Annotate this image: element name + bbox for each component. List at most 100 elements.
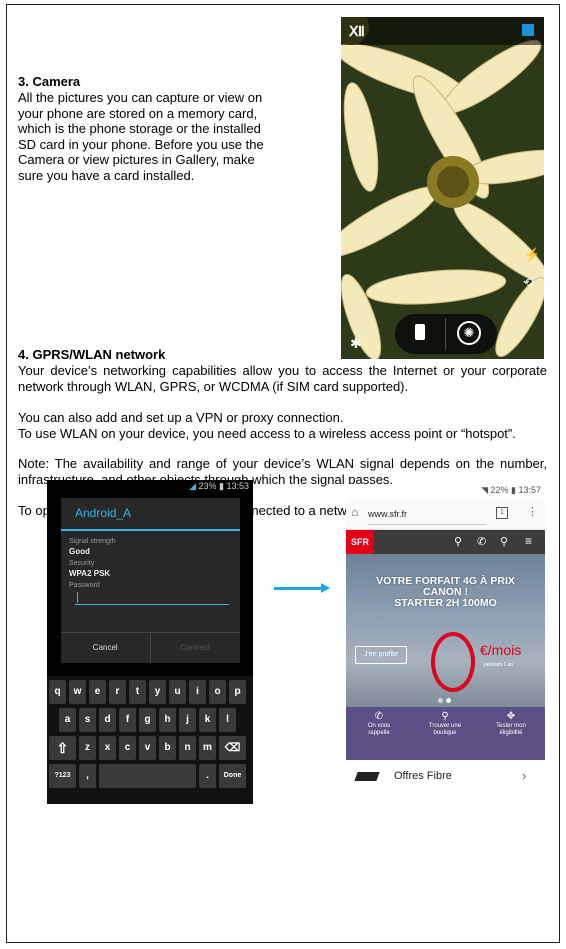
- section-heading-camera: 3. Camera: [18, 74, 81, 89]
- key-q[interactable]: q: [49, 680, 66, 704]
- hamburger-menu-icon[interactable]: ≡: [525, 534, 532, 548]
- video-mode-icon[interactable]: [415, 324, 425, 340]
- tile-label: éligibilité: [499, 730, 523, 736]
- key-e[interactable]: e: [89, 680, 106, 704]
- carousel-dot[interactable]: [438, 698, 443, 703]
- browser-toolbar: ⌂ www.sfr.fr 1 ⋮: [346, 499, 545, 530]
- key-b[interactable]: b: [159, 736, 176, 760]
- network-paragraph-3: To use WLAN on your device, you need acc…: [18, 426, 516, 441]
- gallery-thumbnail-icon[interactable]: [522, 24, 534, 36]
- callback-tile[interactable]: ✆ On vous rappelle: [346, 707, 412, 760]
- offer-label: Offres Fibre: [394, 770, 452, 782]
- zero-price-graphic: [431, 632, 475, 692]
- key-t[interactable]: t: [129, 680, 146, 704]
- wifi-dialog-screenshot: ◢ 23% ▮ 13:53 Android_A Signal strength …: [47, 480, 253, 804]
- location-pin-icon[interactable]: ⚲: [454, 535, 462, 548]
- connect-button[interactable]: Connect: [151, 633, 241, 663]
- key-o[interactable]: o: [209, 680, 226, 704]
- key-y[interactable]: y: [149, 680, 166, 704]
- browser-screenshot: ◥ 22% ▮ 13:57 ⌂ www.sfr.fr 1 ⋮ SFR ⚲ ✆ ⚲…: [346, 484, 545, 818]
- signal-icon: ◢: [189, 481, 199, 491]
- sunflower-photo: [341, 17, 544, 359]
- price-unit: €/mois: [480, 642, 522, 658]
- comma-key[interactable]: ,: [79, 764, 96, 788]
- status-bar: ◢ 23% ▮ 13:53: [47, 480, 253, 493]
- switch-camera-icon[interactable]: ⟲: [523, 275, 534, 291]
- tile-label: Trouver une: [428, 723, 462, 729]
- period-key[interactable]: .: [199, 764, 216, 788]
- status-bar: ◥ 22% ▮ 13:57: [346, 484, 545, 497]
- key-l[interactable]: l: [219, 708, 236, 732]
- tabs-icon[interactable]: 1: [496, 507, 508, 519]
- chevron-right-icon[interactable]: ›: [522, 768, 526, 783]
- key-a[interactable]: a: [59, 708, 76, 732]
- price-note: pendant 1 an: [484, 662, 514, 668]
- shift-key-icon[interactable]: ⇧: [49, 736, 76, 760]
- wifi-signal-icon: ◥: [481, 485, 491, 495]
- dialog-title: Android_A: [75, 506, 132, 520]
- tile-label: Tester mon: [496, 723, 526, 729]
- status-text: 23% ▮ 13:53: [198, 481, 250, 491]
- key-h[interactable]: h: [159, 708, 176, 732]
- symbols-key[interactable]: ?123: [49, 764, 76, 788]
- home-icon[interactable]: ⌂: [351, 505, 358, 519]
- key-p[interactable]: p: [229, 680, 246, 704]
- text-line: which is the phone storage or the instal…: [18, 121, 261, 136]
- target-icon: ✥: [506, 711, 516, 722]
- keyboard: q w e r t y u i o p a s d f g h j k l ⇧ …: [47, 676, 253, 804]
- settings-gear-icon[interactable]: ✱: [350, 335, 362, 352]
- key-g[interactable]: g: [139, 708, 156, 732]
- key-w[interactable]: w: [69, 680, 86, 704]
- space-key[interactable]: [99, 764, 196, 788]
- key-i[interactable]: i: [189, 680, 206, 704]
- flash-icon[interactable]: ⚡: [524, 247, 540, 263]
- shutter-icon[interactable]: ✺: [457, 321, 481, 345]
- key-x[interactable]: x: [99, 736, 116, 760]
- key-z[interactable]: z: [79, 736, 96, 760]
- menu-overflow-icon[interactable]: ⋮: [527, 505, 538, 518]
- url-field[interactable]: www.sfr.fr: [368, 504, 486, 525]
- carousel-dot-active[interactable]: [446, 698, 451, 703]
- camera-top-bar: [341, 17, 544, 45]
- key-m[interactable]: m: [199, 736, 216, 760]
- hourglass-icon[interactable]: Ⅻ: [349, 23, 365, 40]
- search-icon[interactable]: ⚲: [500, 535, 508, 548]
- sfr-logo[interactable]: SFR: [346, 530, 374, 554]
- phone-icon[interactable]: ✆: [477, 535, 486, 548]
- signal-value: Good: [69, 547, 90, 556]
- status-text: 22% ▮ 13:57: [490, 485, 542, 495]
- cancel-button[interactable]: Cancel: [61, 633, 151, 663]
- store-locator-tile[interactable]: ⚲ Trouver une boutique: [412, 707, 478, 760]
- key-v[interactable]: v: [139, 736, 156, 760]
- key-c[interactable]: c: [119, 736, 136, 760]
- text-line: SD card in your phone. Before you use th…: [18, 136, 264, 152]
- key-d[interactable]: d: [99, 708, 116, 732]
- cta-button[interactable]: J'en profite: [355, 646, 407, 664]
- camera-screenshot: Ⅻ ⚡ ⟲ ✱ ✺: [341, 17, 544, 359]
- backspace-key-icon[interactable]: ⌫: [219, 736, 246, 760]
- done-key[interactable]: Done: [219, 764, 246, 788]
- wifi-connect-dialog: Android_A Signal strength Good Security …: [61, 498, 240, 663]
- key-s[interactable]: s: [79, 708, 96, 732]
- key-u[interactable]: u: [169, 680, 186, 704]
- text-line: sure you have a card installed.: [18, 167, 195, 183]
- network-paragraph-1: Your device’s networking capabilities al…: [18, 363, 547, 394]
- router-icon: [354, 772, 380, 781]
- network-paragraph-2: You can also add and set up a VPN or pro…: [18, 410, 344, 425]
- key-n[interactable]: n: [179, 736, 196, 760]
- key-j[interactable]: j: [179, 708, 196, 732]
- password-field[interactable]: [75, 590, 229, 605]
- text-cursor: [77, 592, 78, 603]
- key-k[interactable]: k: [199, 708, 216, 732]
- fibre-offer-row[interactable]: Offres Fibre ›: [346, 760, 545, 796]
- divider: [445, 318, 446, 350]
- promo-line-3: STARTER 2H 100MO: [394, 597, 497, 609]
- key-f[interactable]: f: [119, 708, 136, 732]
- promo-banner[interactable]: VOTRE FORFAIT 4G À PRIX CANON ! STARTER …: [346, 554, 545, 707]
- tile-label: boutique: [433, 730, 457, 736]
- eligibility-tile[interactable]: ✥ Tester mon éligibilité: [478, 707, 544, 760]
- title-divider: [61, 529, 240, 531]
- text-line: Camera or view pictures in Gallery, make: [18, 152, 255, 167]
- key-r[interactable]: r: [109, 680, 126, 704]
- right-arrow-icon: [274, 583, 330, 593]
